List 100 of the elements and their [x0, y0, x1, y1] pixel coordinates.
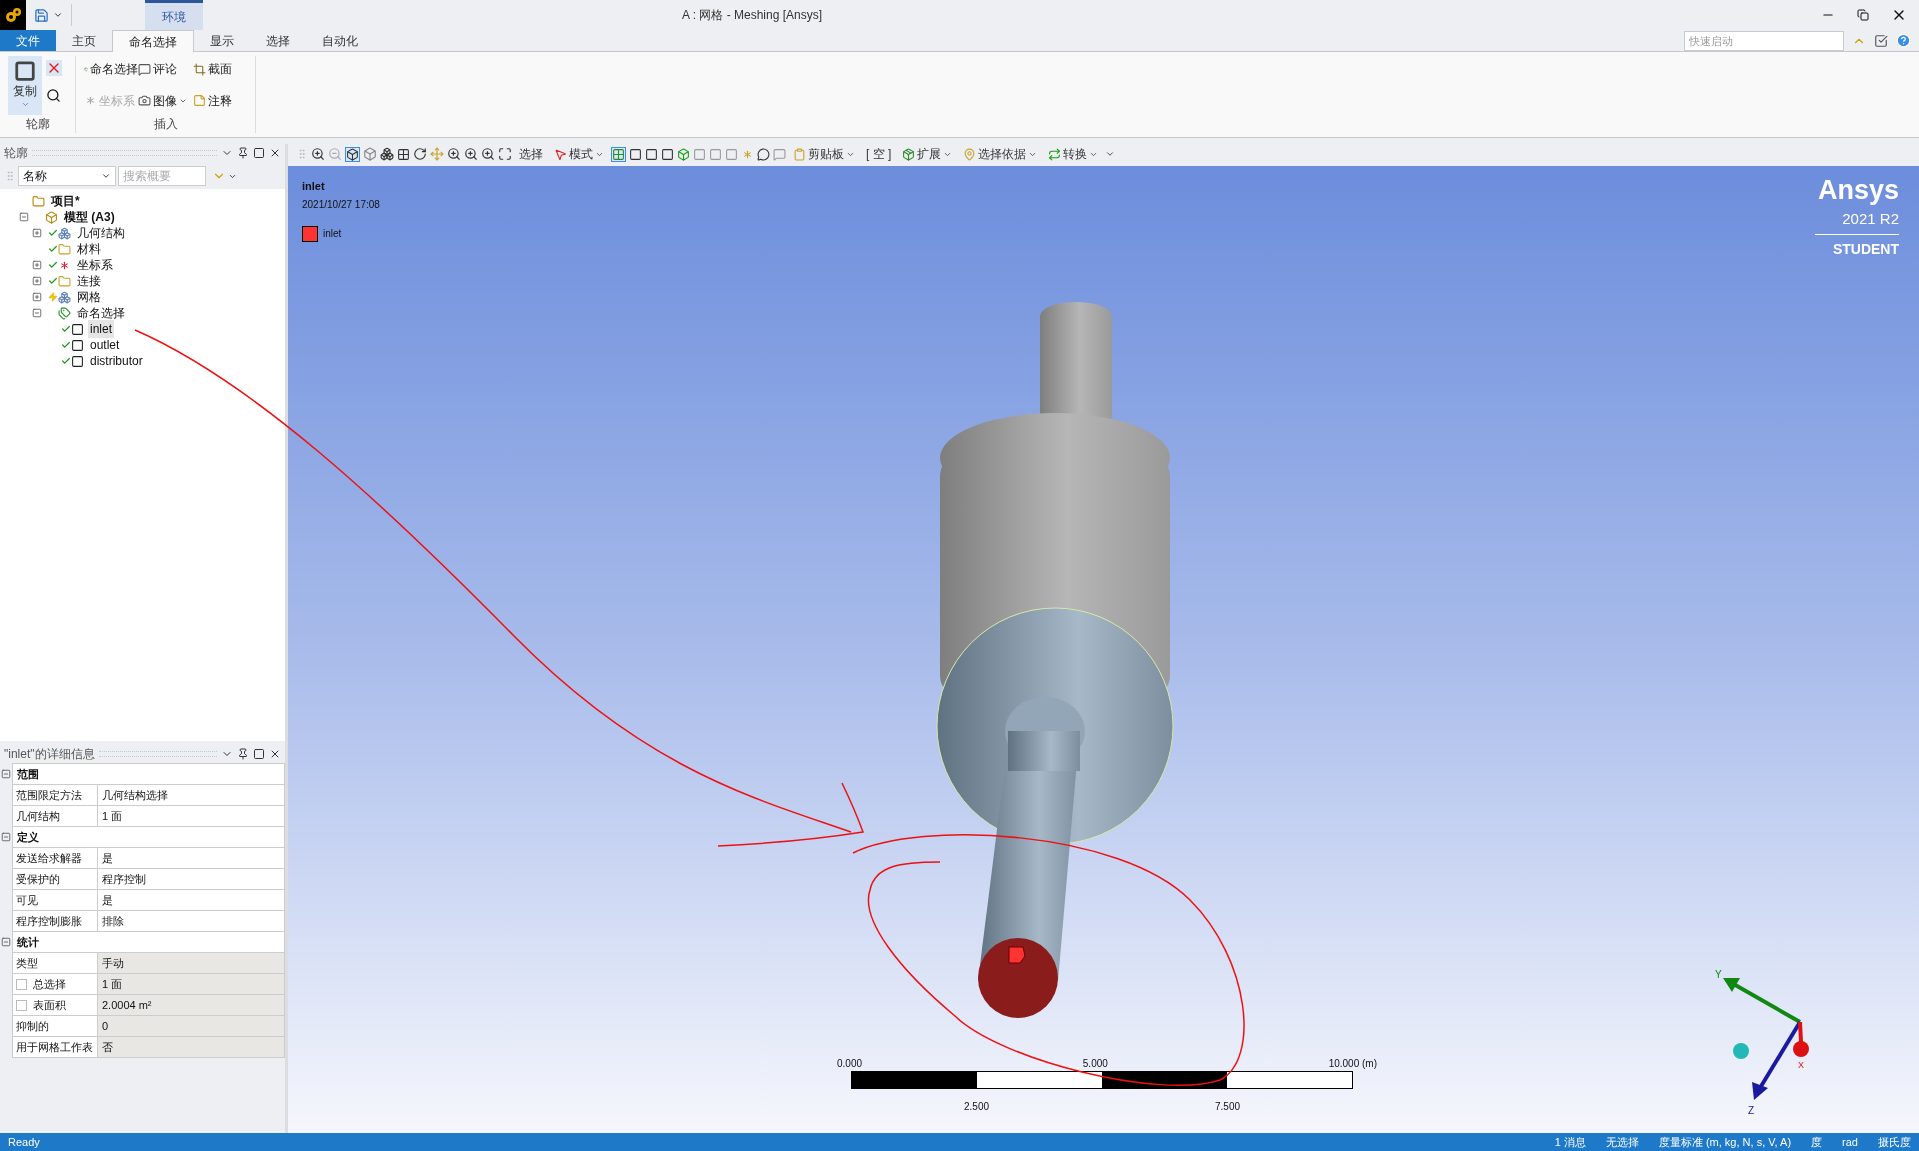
expand-toggle-icon[interactable] [32, 276, 42, 286]
zoom-icon[interactable] [464, 147, 478, 161]
collapse-toggle-icon[interactable] [1, 831, 11, 842]
close-icon[interactable] [269, 147, 281, 159]
expand-toggle-icon[interactable] [32, 292, 42, 302]
graphics-viewport[interactable]: inlet 2021/10/27 17:08 inlet Ansys 2021 R2 STUDENT Y X Z 0.000 5.000 10.000 (m) 2.500 7.500 [288, 166, 1919, 1133]
vertex-icon[interactable] [629, 147, 642, 161]
rotate-icon[interactable] [413, 147, 427, 161]
caret-icon[interactable] [1105, 149, 1116, 159]
fit-icon[interactable] [498, 147, 512, 161]
section-header: 范围 [12, 763, 285, 785]
timestamp: 2021/10/27 17:08 [302, 197, 380, 212]
restore-icon[interactable] [1857, 9, 1869, 21]
insert-button[interactable]: 图像 [138, 91, 193, 110]
tree-item[interactable]: 模型 (A3) [62, 208, 117, 226]
checkbox[interactable] [16, 978, 27, 990]
insert-button[interactable]: 命名选择 [84, 60, 139, 78]
copy-button[interactable]: 复制 [8, 56, 42, 115]
scale-label: 2.500 [964, 1100, 989, 1114]
viewport-label: inlet [302, 179, 326, 194]
ribbon-tab[interactable]: 选择 [250, 30, 306, 51]
search-field[interactable]: 搜索概要 [118, 166, 206, 186]
axis-triad[interactable]: Y X Z [1715, 969, 1809, 1116]
tree-item[interactable]: outlet [88, 336, 122, 354]
element-face-icon[interactable] [725, 147, 738, 161]
cube-icon[interactable] [345, 146, 360, 162]
property-value: 几何结构选择 [98, 784, 285, 806]
brand-logo: Ansys [1817, 174, 1899, 207]
scale-label: 7.500 [1215, 1100, 1240, 1114]
ribbon-tab[interactable]: 自动化 [306, 30, 374, 51]
file-tab[interactable]: 文件 [0, 30, 56, 51]
tree-item[interactable]: 命名选择 [75, 304, 127, 322]
collapse-toggle-icon[interactable] [19, 212, 29, 222]
ribbon-tab[interactable]: 显示 [194, 30, 250, 51]
group-label: 插入 [152, 116, 179, 133]
clipboard-dropdown[interactable]: 剪贴板 [789, 144, 859, 164]
version-label: 2021 R2 [1842, 208, 1899, 229]
group-label: 轮廓 [24, 116, 51, 133]
tree-item[interactable]: 网格 [75, 288, 103, 306]
insert-button[interactable]: 注释 [192, 91, 247, 110]
status-item: rad [1842, 1134, 1858, 1150]
expand-toggle-icon[interactable] [32, 260, 42, 270]
save-icon[interactable] [34, 7, 49, 23]
model-drawing[interactable] [936, 302, 1174, 1018]
checkbox-icon[interactable] [1874, 33, 1888, 48]
select-by-dropdown[interactable]: 选择依据 [959, 144, 1042, 164]
ribbon-tab[interactable]: 命名选择 [112, 30, 194, 52]
mode-dropdown[interactable]: 模式 [550, 144, 608, 164]
label-icon[interactable] [757, 147, 770, 161]
tree-item[interactable]: inlet [88, 320, 114, 338]
ribbon-tab[interactable]: 主页 [56, 30, 112, 51]
tree-item[interactable]: distributor [88, 352, 145, 370]
tree-item[interactable]: 材料 [75, 240, 103, 258]
grip-icon[interactable] [4, 170, 16, 182]
pin-icon[interactable] [237, 147, 249, 159]
zoom-icon[interactable] [481, 147, 495, 161]
caret-icon[interactable] [53, 10, 63, 20]
select-mode-icon[interactable] [611, 146, 626, 162]
tree-item[interactable]: 项目* [49, 192, 82, 210]
grid-icon[interactable] [397, 147, 410, 161]
element-icon[interactable] [709, 147, 722, 161]
expand-toggle-icon[interactable] [32, 228, 42, 238]
filter-dropdown[interactable]: 名称 [18, 166, 116, 186]
tree-item[interactable]: 连接 [75, 272, 103, 290]
collapse-toggle-icon[interactable] [1, 768, 11, 779]
node-icon[interactable] [693, 147, 706, 161]
quick-launch-field[interactable]: 快速启动 [1684, 30, 1844, 51]
property-label: 表面积 [33, 997, 66, 1013]
search-icon[interactable] [46, 88, 61, 103]
collapse-toggle-icon[interactable] [32, 308, 42, 318]
insert-button[interactable]: 评论 [138, 60, 193, 78]
scale-label: 0.000 [837, 1057, 863, 1071]
close-icon[interactable] [269, 748, 281, 760]
select-button[interactable]: 选择 [515, 144, 547, 164]
insert-button[interactable]: 截面 [192, 60, 247, 78]
crop-icon [192, 62, 206, 76]
maximize-icon[interactable] [253, 748, 265, 760]
property-value: 否 [98, 1036, 285, 1058]
convert-dropdown[interactable]: 转换 [1044, 144, 1103, 164]
delete-icon[interactable] [46, 60, 62, 76]
checkbox[interactable] [16, 999, 27, 1011]
select-by-icon [963, 147, 977, 161]
tree-item[interactable]: 坐标系 [75, 256, 115, 274]
property-label: 抑制的 [16, 1018, 49, 1034]
zoom-icon[interactable] [447, 147, 461, 161]
grip-icon[interactable] [296, 148, 308, 160]
selection-icon [71, 354, 84, 368]
face-icon[interactable] [661, 147, 674, 161]
maximize-icon[interactable] [253, 147, 265, 159]
edge-icon[interactable] [645, 147, 658, 161]
empty-selection-button[interactable]: [ 空 ] [862, 145, 896, 163]
section-header: 定义 [12, 826, 285, 848]
cubes-icon[interactable] [380, 147, 394, 161]
legend-label: inlet [323, 227, 342, 241]
extend-dropdown[interactable]: 扩展 [898, 144, 957, 164]
help-icon[interactable] [1896, 33, 1911, 48]
collapse-toggle-icon[interactable] [1, 936, 11, 947]
pin-icon[interactable] [237, 748, 249, 760]
tree-item[interactable]: 几何结构 [75, 224, 127, 242]
zoom-icon[interactable] [311, 147, 325, 161]
